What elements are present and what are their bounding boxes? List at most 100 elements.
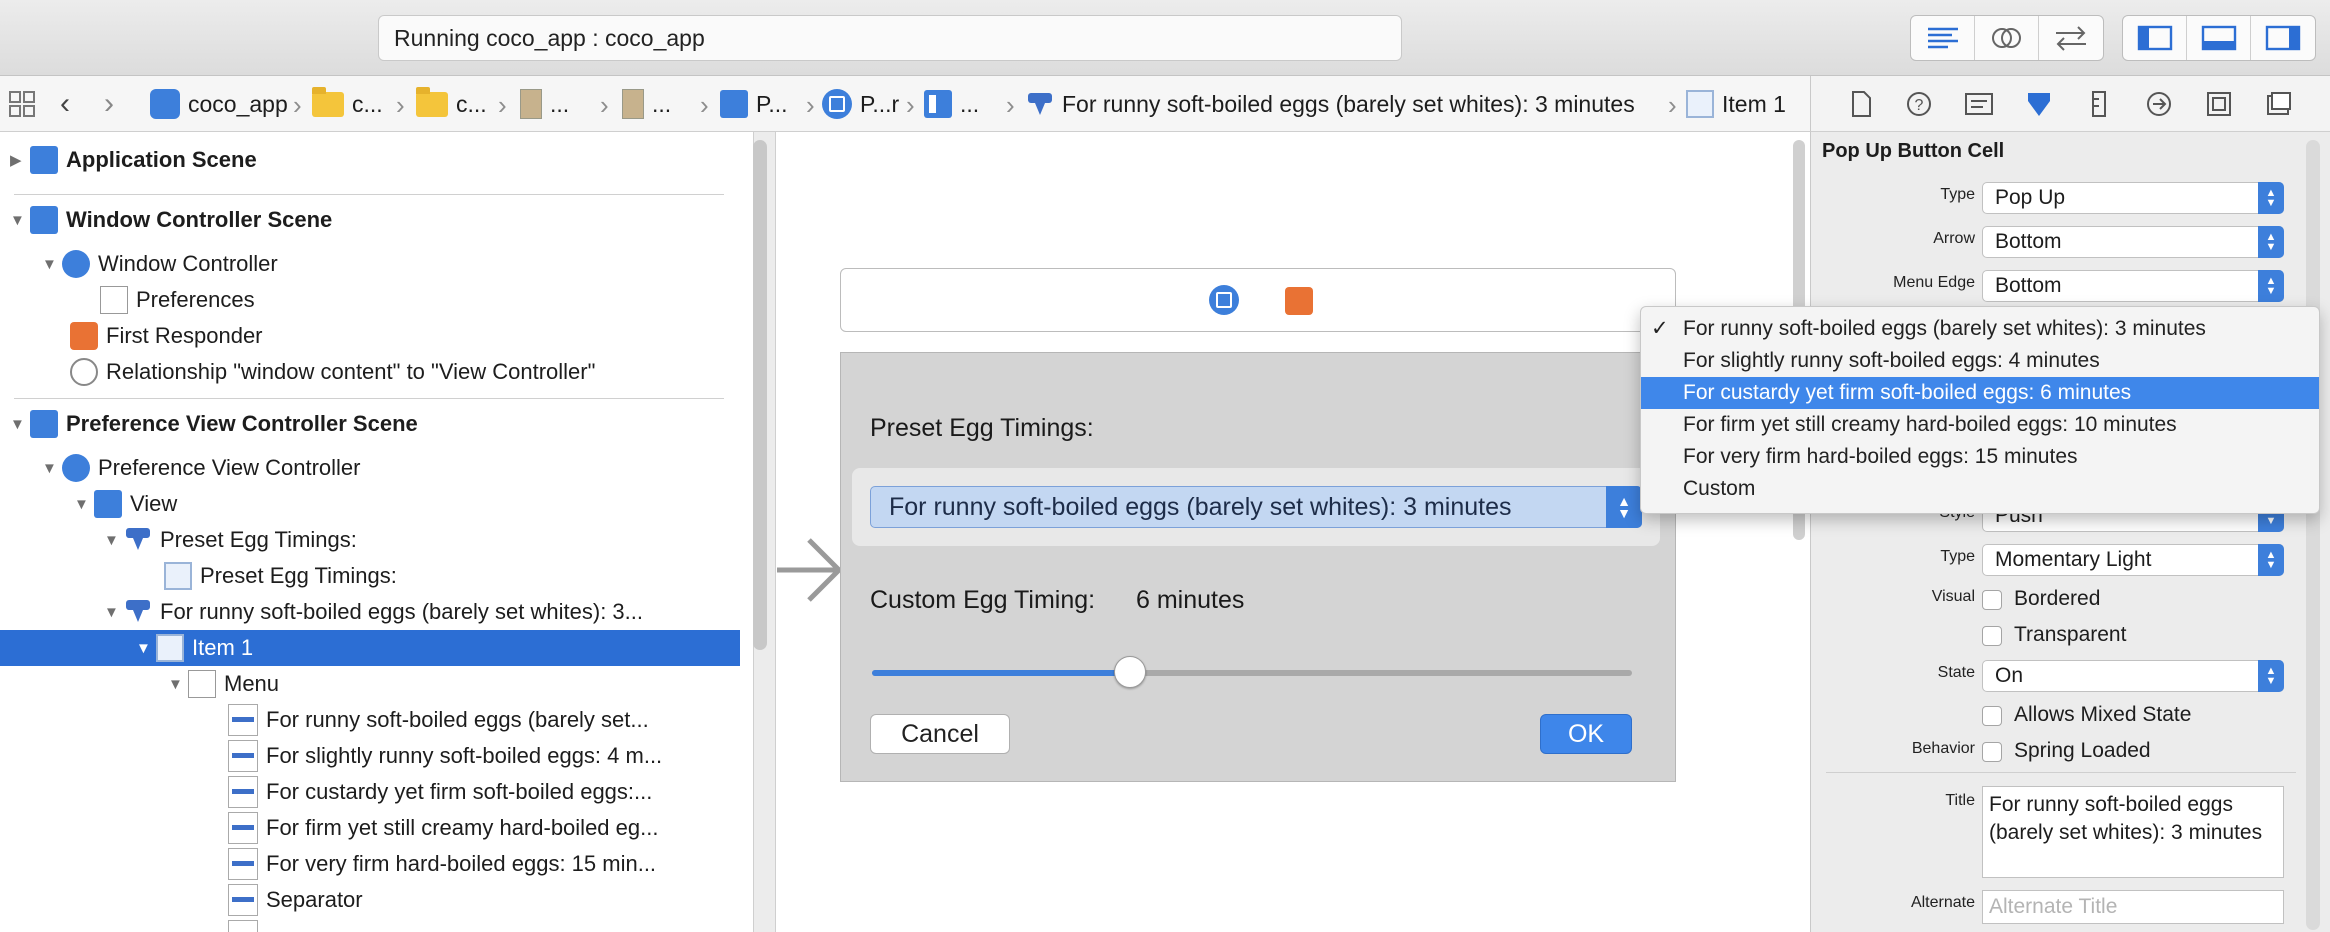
outline-row[interactable]: Preset Egg Timings: (0, 558, 740, 594)
disclosure-down-icon[interactable]: ▼ (136, 640, 151, 657)
toggle-debug-button[interactable] (2187, 16, 2251, 60)
state-select[interactable]: On ▲ ▼ (1982, 660, 2284, 692)
effects-inspector-tab[interactable] (2263, 88, 2295, 120)
menu-item-5[interactable]: Custom (1641, 473, 2319, 505)
type2-label: Type (1940, 548, 1975, 565)
disclosure-down-icon[interactable]: ▼ (104, 604, 119, 621)
related-items-button[interactable] (8, 76, 36, 132)
slider-fill (872, 670, 1131, 676)
spring-loaded-checkbox[interactable] (1982, 742, 2002, 762)
disclosure-down-icon[interactable]: ▼ (168, 676, 183, 693)
file-inspector-tab[interactable] (1845, 88, 1877, 120)
crumb-scene[interactable]: P... (720, 76, 788, 132)
outline-row[interactable]: For custardy yet firm soft-boiled eggs:.… (0, 774, 740, 810)
menu-item-1[interactable]: For slightly runny soft-boiled eggs: 4 m… (1641, 345, 2319, 377)
disclosure-down-icon[interactable]: ▼ (42, 460, 57, 477)
section-title: Pop Up Button Cell (1822, 140, 2005, 162)
forward-icon[interactable]: › (104, 76, 114, 132)
crumb-project[interactable]: coco_app (150, 76, 288, 132)
outline-row[interactable]: ▼ View (0, 486, 740, 522)
toggle-navigator-button[interactable] (2123, 16, 2187, 60)
scene-icon (30, 206, 58, 234)
title-textarea[interactable]: For runny soft-boiled eggs (barely set w… (1982, 786, 2284, 878)
outline-row[interactable]: ▼ Window Controller Scene (0, 202, 740, 238)
segue-arrow-icon (777, 538, 843, 602)
outline-row-selected[interactable]: ▼ Item 1 (0, 630, 740, 666)
crumb-file-2[interactable]: ... (622, 76, 671, 132)
outline-row[interactable]: Separator (0, 882, 740, 918)
scene-dock (840, 268, 1676, 332)
first-responder-icon[interactable] (1285, 287, 1313, 315)
outline-row[interactable]: For very firm hard-boiled eggs: 15 min..… (0, 846, 740, 882)
view-controller-icon[interactable] (1209, 285, 1239, 315)
outline-row[interactable]: For firm yet still creamy hard-boiled eg… (0, 810, 740, 846)
scene-icon (720, 90, 748, 118)
outline-row[interactable]: For slightly runny soft-boiled eggs: 4 m… (0, 738, 740, 774)
crumb-view-controller[interactable]: P...r (822, 76, 899, 132)
menu-item-3[interactable]: For firm yet still creamy hard-boiled eg… (1641, 409, 2319, 441)
outline-row[interactable]: ▶ Application Scene (0, 142, 740, 178)
menu-edge-select[interactable]: Bottom ▲ ▼ (1982, 270, 2284, 302)
disclosure-down-icon[interactable]: ▼ (10, 212, 25, 229)
outline-row[interactable]: ▼ Window Controller (0, 246, 740, 282)
alternate-title-field[interactable]: Alternate Title (1982, 890, 2284, 924)
arrow-select[interactable]: Bottom ▲ ▼ (1982, 226, 2284, 258)
crumb-popup-button[interactable]: For runny soft-boiled eggs (barely set w… (1026, 76, 1635, 132)
outline-row[interactable]: ▼ Menu (0, 666, 740, 702)
type-select[interactable]: Pop Up ▲ ▼ (1982, 182, 2284, 214)
back-icon[interactable]: ‹ (60, 76, 70, 132)
disclosure-down-icon[interactable]: ▼ (104, 532, 119, 549)
outline-row[interactable]: For runny soft-boiled eggs (barely set..… (0, 702, 740, 738)
divider (1826, 772, 2296, 773)
menu-item-icon (228, 848, 258, 880)
inspector-scrollbar[interactable] (2306, 140, 2320, 930)
allows-mixed-checkbox[interactable] (1982, 706, 2002, 726)
outline-row[interactable]: ▼ For runny soft-boiled eggs (barely set … (0, 594, 740, 630)
outline-row[interactable]: Preferences (0, 282, 740, 318)
attributes-inspector-tab[interactable] (2023, 88, 2055, 120)
cancel-button[interactable]: Cancel (870, 714, 1010, 754)
storyboard-file-icon (622, 89, 644, 119)
crumb-file-1[interactable]: ... (520, 76, 569, 132)
outline-scrollbar[interactable] (753, 140, 767, 650)
menu-edge-label: Menu Edge (1893, 274, 1975, 291)
disclosure-right-icon[interactable]: ▶ (10, 151, 24, 169)
outline-row[interactable]: First Responder (0, 318, 740, 354)
standard-editor-button[interactable] (1911, 16, 1975, 60)
outline-row[interactable]: Relationship "window content" to "View C… (0, 354, 740, 390)
crumb-menu-item[interactable]: Item 1 (1686, 76, 1786, 132)
outline-row[interactable]: ▼ Preference View Controller (0, 450, 740, 486)
size-inspector-tab[interactable] (2083, 88, 2115, 120)
menu-item-4[interactable]: For very firm hard-boiled eggs: 15 minut… (1641, 441, 2319, 473)
chevron-right-icon: › (1006, 90, 1015, 120)
help-inspector-tab[interactable]: ? (1903, 88, 1935, 120)
identity-inspector-tab[interactable] (1963, 88, 1995, 120)
menu-item-0[interactable]: ✓ For runny soft-boiled eggs (barely set … (1641, 313, 2319, 345)
version-editor-button[interactable] (2039, 16, 2103, 60)
bordered-checkbox[interactable] (1982, 590, 2002, 610)
outline-row[interactable]: ▼ Preset Egg Timings: (0, 522, 740, 558)
outline-row[interactable] (0, 918, 740, 932)
chevron-updown-icon[interactable]: ▲ ▼ (1606, 486, 1642, 528)
assistant-editor-button[interactable] (1975, 16, 2039, 60)
ok-button[interactable]: OK (1540, 714, 1632, 754)
app-icon (150, 89, 180, 119)
crumb-view[interactable]: ... (924, 76, 979, 132)
crumb-folder-1[interactable]: c... (312, 76, 383, 132)
view-icon (924, 90, 952, 118)
disclosure-down-icon[interactable]: ▼ (42, 256, 57, 273)
disclosure-down-icon[interactable]: ▼ (10, 416, 25, 433)
bindings-inspector-tab[interactable] (2203, 88, 2235, 120)
toggle-utilities-button[interactable] (2251, 16, 2315, 60)
button-type-select[interactable]: Momentary Light ▲ ▼ (1982, 544, 2284, 576)
connections-inspector-tab[interactable] (2143, 88, 2175, 120)
transparent-text: Transparent (2014, 623, 2127, 646)
egg-timing-popup[interactable]: For runny soft-boiled eggs (barely set w… (870, 486, 1642, 528)
first-responder-icon (70, 322, 98, 350)
custom-value: 6 minutes (1136, 586, 1245, 614)
transparent-checkbox[interactable] (1982, 626, 2002, 646)
outline-row[interactable]: ▼ Preference View Controller Scene (0, 406, 740, 442)
crumb-folder-2[interactable]: c... (416, 76, 487, 132)
disclosure-down-icon[interactable]: ▼ (74, 496, 89, 513)
menu-item-2[interactable]: For custardy yet firm soft-boiled eggs: … (1641, 377, 2319, 409)
